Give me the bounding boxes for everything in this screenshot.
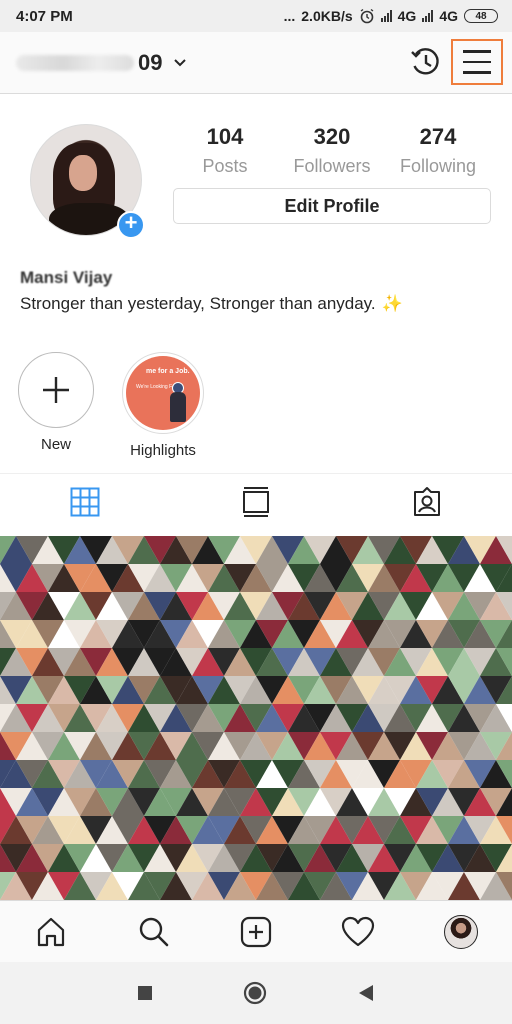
add-story-badge[interactable]: + (117, 211, 145, 239)
tab-feed[interactable] (171, 474, 342, 529)
photo-grid-mosaic (0, 536, 512, 900)
username-switcher[interactable]: 09 (16, 50, 187, 76)
home-circle-icon[interactable] (243, 981, 267, 1005)
followers-count: 320 (313, 124, 351, 149)
network-type-1: 4G (397, 8, 417, 24)
network-speed: 2.0KB/s (301, 8, 353, 24)
signal-icon (380, 10, 392, 22)
nav-home[interactable] (29, 910, 73, 954)
hamburger-menu-icon[interactable] (451, 39, 503, 85)
avatar-face (69, 155, 97, 191)
highlight-item[interactable]: me for a Job. We're Looking For Highligh… (118, 352, 208, 459)
profile-tabs (0, 473, 512, 529)
signal-icon-2 (422, 10, 434, 22)
status-bar: 4:07 PM ... 2.0KB/s 4G 4G 48 (0, 0, 512, 32)
nav-profile[interactable] (439, 910, 483, 954)
followers-label: Followers (293, 156, 371, 176)
followers-stat[interactable]: 320 Followers (282, 124, 382, 177)
highlight-new-ring (18, 352, 94, 428)
grid-icon (70, 487, 100, 516)
back-icon[interactable] (357, 984, 375, 1002)
menu-line (463, 60, 491, 64)
thumb-text-1: me for a Job. (146, 368, 190, 375)
highlight-ring: me for a Job. We're Looking For (122, 352, 204, 434)
battery-icon: 48 (464, 9, 498, 23)
username-blurred (16, 55, 134, 71)
highlight-thumbnail: me for a Job. We're Looking For (126, 356, 200, 430)
thumb-figure (170, 392, 186, 422)
home-icon (38, 917, 65, 946)
menu-line (463, 71, 491, 74)
history-icon[interactable] (408, 44, 444, 80)
highlight-label: Highlights (130, 442, 196, 459)
feed-icon (243, 486, 269, 517)
system-navigation (0, 962, 512, 1024)
following-count: 274 (419, 124, 457, 149)
following-stat[interactable]: 274 Following (388, 124, 488, 177)
status-indicators: ... 2.0KB/s 4G 4G 48 (284, 8, 498, 24)
network-type-2: 4G (439, 8, 458, 24)
posts-count: 104 (206, 124, 244, 149)
menu-line (463, 50, 491, 53)
highlight-new[interactable]: New (11, 352, 101, 453)
chevron-down-icon (174, 59, 187, 67)
posts-stat[interactable]: 104 Posts (175, 124, 275, 177)
highlight-new-label: New (40, 436, 71, 453)
edit-profile-button[interactable]: Edit Profile (173, 188, 491, 224)
username-suffix: 09 (138, 50, 163, 75)
tab-tagged[interactable] (341, 474, 512, 529)
profile-bio: Stronger than yesterday, Stronger than a… (20, 294, 403, 314)
sparkle-emoji: ✨ (381, 294, 403, 313)
plus-icon (43, 377, 69, 403)
bio-text: Stronger than yesterday, Stronger than a… (20, 294, 376, 313)
nav-add[interactable] (234, 910, 278, 954)
bottom-navigation (0, 900, 512, 962)
alarm-icon (360, 8, 374, 24)
recents-icon[interactable] (137, 985, 153, 1001)
following-label: Following (399, 156, 477, 176)
profile-name: Mansi Vijay (20, 268, 113, 287)
nav-activity[interactable] (336, 910, 380, 954)
thumb-text-2: We're Looking For (136, 384, 177, 390)
tagged-icon (413, 486, 440, 516)
photo-grid[interactable] (0, 536, 512, 900)
nav-search[interactable] (132, 910, 176, 954)
heart-icon (342, 916, 375, 946)
status-dots: ... (283, 8, 296, 24)
profile-avatar-small (443, 914, 478, 949)
tab-grid[interactable] (0, 474, 171, 529)
search-icon (139, 917, 168, 946)
posts-label: Posts (202, 156, 248, 176)
app-header: 09 (0, 32, 512, 94)
add-post-icon (240, 916, 272, 947)
status-time: 4:07 PM (16, 7, 73, 25)
